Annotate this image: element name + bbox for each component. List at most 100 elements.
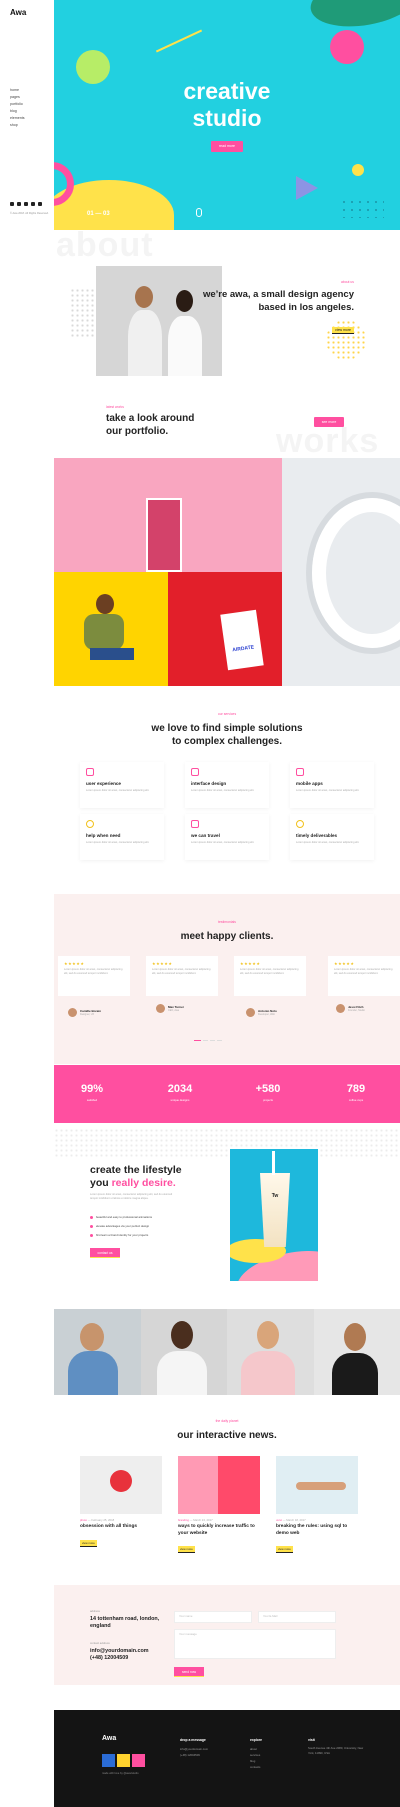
- stat-label: unique designs: [170, 1098, 190, 1102]
- news-view-more-link[interactable]: view more: [80, 1539, 97, 1547]
- smile-icon: [296, 820, 304, 828]
- footer-links: about services blog contacts: [250, 1746, 260, 1770]
- service-card[interactable]: user experience Lorem ipsum dolor sit am…: [80, 762, 164, 808]
- person-figure: [128, 310, 162, 376]
- name-input[interactable]: Your name: [174, 1611, 252, 1623]
- client-role: Developer, Web: [258, 1013, 275, 1016]
- color-swatch: [132, 1754, 145, 1767]
- service-card[interactable]: timely deliverables Lorem ipsum dolor si…: [290, 814, 374, 860]
- news-header: the daily planet our interactive news.: [54, 1419, 400, 1442]
- service-card[interactable]: we can travel Lorem ipsum dolor sit amet…: [185, 814, 269, 860]
- instagram-icon[interactable]: [24, 202, 28, 206]
- team-photo[interactable]: [313, 1309, 400, 1395]
- decor-shape: [306, 0, 400, 35]
- stat-item: 2034 unique designs: [150, 1083, 210, 1102]
- message-input[interactable]: Your message: [174, 1629, 336, 1659]
- testimonial-quote: Lorem ipsum dolor sit amet, consectetur …: [334, 968, 393, 975]
- news-meta: photo — February 25, 2018: [80, 1518, 115, 1522]
- news-view-more-link[interactable]: view more: [276, 1546, 293, 1553]
- news-meta: branding — March 24, 2017: [178, 1518, 213, 1522]
- news-title[interactable]: obsession with all things: [80, 1524, 162, 1531]
- email-input[interactable]: Your E-Mail: [258, 1611, 336, 1623]
- team-photo[interactable]: [54, 1309, 141, 1395]
- portfolio-tile-architecture[interactable]: [282, 458, 400, 686]
- contact-us-button[interactable]: contact us: [90, 1248, 120, 1258]
- testimonial-quote: Lorem ipsum dolor sit amet, consectetur …: [240, 968, 299, 975]
- footer-logo[interactable]: Awa: [102, 1735, 116, 1742]
- service-desc: Lorem ipsum dolor sit amet, consectetur …: [86, 789, 150, 792]
- portfolio-tile-building[interactable]: [54, 458, 282, 572]
- person-head: [80, 1323, 104, 1351]
- nav-item-blog[interactable]: blog: [10, 109, 25, 113]
- twitter-icon[interactable]: [17, 202, 21, 206]
- footer-link[interactable]: contacts: [250, 1764, 260, 1770]
- testimonials-header: testimonials meet happy clients.: [54, 920, 400, 943]
- footer-phone[interactable]: (+48) 12004509: [180, 1752, 208, 1758]
- news-title[interactable]: ways to quickly increase traffic to your…: [178, 1524, 260, 1537]
- person-figure: [156, 1351, 207, 1395]
- behance-icon[interactable]: [38, 202, 42, 206]
- service-card[interactable]: interface design Lorem ipsum dolor sit a…: [185, 762, 269, 808]
- client-role: CEO, Awa: [168, 1009, 179, 1012]
- portfolio-tile-guitarist[interactable]: [54, 572, 168, 686]
- logo[interactable]: Awa: [10, 8, 26, 17]
- testimonial-quote: Lorem ipsum dolor sit amet, consectetur …: [64, 968, 123, 975]
- phone-value[interactable]: (+48) 12004509: [90, 1655, 128, 1662]
- facebook-icon[interactable]: [10, 202, 14, 206]
- email-value[interactable]: info@yourdomain.com: [90, 1648, 149, 1655]
- nav-item-shop[interactable]: shop: [10, 123, 25, 127]
- dribbble-icon[interactable]: [31, 202, 35, 206]
- stat-label: projects: [263, 1098, 273, 1102]
- portfolio-tile-tag[interactable]: AIRDATE: [168, 572, 282, 686]
- news-view-more-link[interactable]: view more: [178, 1546, 195, 1553]
- footer-address: South Avenue 4th Ave 2080, University, N…: [308, 1746, 364, 1755]
- decor-dots: [54, 1128, 400, 1158]
- testimonial-card: ★★★★★ Lorem ipsum dolor sit amet, consect…: [58, 956, 130, 996]
- works-tag: latest works: [106, 405, 124, 409]
- decor-dots: [340, 198, 384, 218]
- news-card[interactable]: branding — March 24, 2017 ways to quickl…: [178, 1456, 260, 1555]
- news-card[interactable]: ux/ui — March 18, 2017 breaking the rule…: [276, 1456, 358, 1555]
- decor-shape: [352, 164, 364, 176]
- play-icon[interactable]: [296, 176, 318, 200]
- testimonial-card: ★★★★★ Lorem ipsum dolor sit amet, consect…: [146, 956, 218, 996]
- works-see-more-button[interactable]: see more: [314, 417, 344, 427]
- service-title: mobile apps: [296, 781, 323, 786]
- feature-list: beautiful and easy to professional anima…: [90, 1215, 152, 1242]
- client-author: Antonio Nolo Developer, Web: [246, 1008, 277, 1017]
- news-meta: ux/ui — March 18, 2017: [276, 1518, 306, 1522]
- news-card[interactable]: photo — February 25, 2018 obsession with…: [80, 1456, 162, 1549]
- nav-item-portfolio[interactable]: portfolio: [10, 102, 25, 106]
- person-figure: [68, 1351, 118, 1395]
- testimonial-card: ★★★★★ Lorem ipsum dolor sit amet, consect…: [328, 956, 400, 996]
- nav-item-elements[interactable]: elements: [10, 116, 25, 120]
- decor-shape: [296, 1482, 346, 1490]
- news-title[interactable]: breaking the rules: using sql to demo we…: [276, 1524, 358, 1537]
- nav-item-pages[interactable]: pages: [10, 95, 25, 99]
- send-button[interactable]: send now: [174, 1667, 204, 1677]
- service-desc: Lorem ipsum dolor sit amet, consectetur …: [191, 789, 255, 792]
- phone-icon: [296, 768, 304, 776]
- rating-stars: ★★★★★: [240, 961, 261, 966]
- testimonials-section: testimonials meet happy clients. ★★★★★ Lo…: [54, 894, 400, 1064]
- testimonials-heading: meet happy clients.: [180, 931, 274, 942]
- news-image: [80, 1456, 162, 1514]
- stat-item: 99% satisfied: [62, 1083, 122, 1102]
- testimonial-pager[interactable]: [194, 1040, 222, 1042]
- team-photo[interactable]: [140, 1309, 227, 1395]
- scroll-mouse-icon[interactable]: [196, 208, 202, 217]
- client-author: Camille Borain Designer, UX: [68, 1008, 101, 1017]
- building-shape: [146, 498, 182, 572]
- nav-item-home[interactable]: home: [10, 88, 25, 92]
- hero-title: creative studio: [183, 78, 271, 131]
- stat-value: 2034: [167, 1083, 193, 1095]
- social-links: [10, 202, 42, 206]
- stats-section: 99% satisfied 2034 unique designs +580 proj…: [54, 1065, 400, 1123]
- pen-icon: [191, 768, 199, 776]
- hero-read-more-button[interactable]: read more: [211, 141, 243, 152]
- service-card[interactable]: help when need Lorem ipsum dolor sit ame…: [80, 814, 164, 860]
- team-photo[interactable]: [227, 1309, 314, 1395]
- service-card[interactable]: mobile apps Lorem ipsum dolor sit amet, …: [290, 762, 374, 808]
- news-tag: the daily planet: [215, 1419, 239, 1423]
- about-view-more-link[interactable]: view more: [332, 327, 354, 334]
